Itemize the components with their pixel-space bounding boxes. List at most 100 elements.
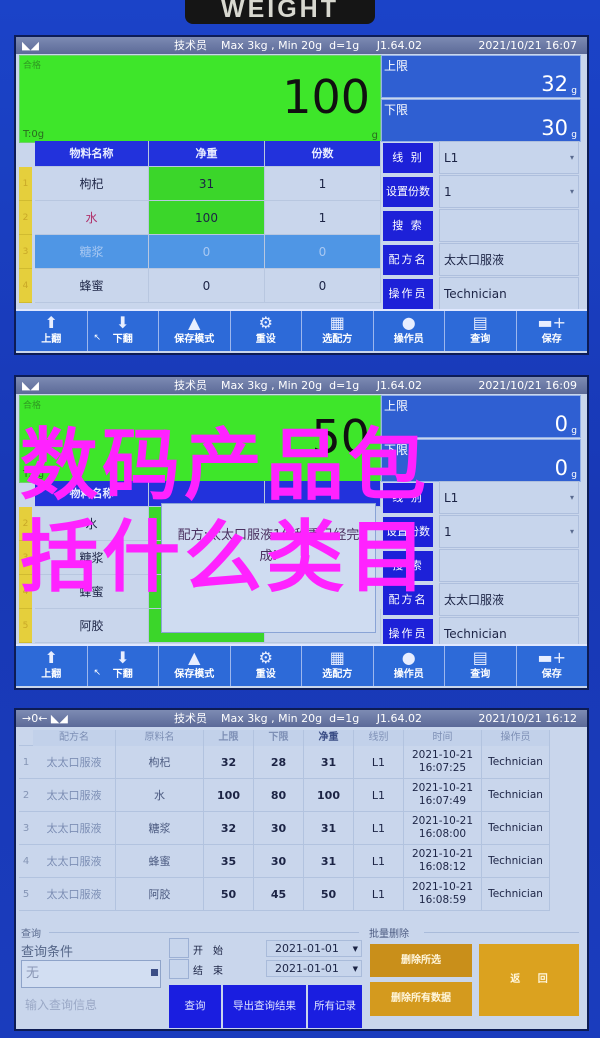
net-weight: 50	[304, 878, 354, 910]
back-button[interactable]: 返 回	[479, 944, 579, 1016]
start-label: 开始	[193, 946, 233, 957]
query-section: 查询 查询条件 无 输入查询信息 开始 结束 2021-01-01 ▼ 2021-…	[19, 922, 584, 1029]
net-weight: 100	[304, 779, 354, 811]
net-weight: 100	[149, 201, 265, 235]
timestamp: 2021-10-21 16:08:00	[404, 812, 482, 844]
material-name: 阿胶	[116, 878, 204, 910]
query-condition-select[interactable]: 无	[21, 960, 161, 988]
time: 16:08:59	[418, 894, 467, 906]
upper-limit: 100	[204, 779, 254, 811]
spec-label: Max 3kg , Min 20g d=1g J1.64.02	[221, 712, 422, 725]
page-down-button[interactable]: ↖ ⬇ 下翻	[88, 646, 159, 686]
datetime: 2021/10/21 16:07	[478, 39, 577, 52]
calendar-icon: ▦	[329, 648, 345, 667]
bottom-toolbar: ⬆ 上翻 ↖ ⬇ 下翻 ▲ 保存模式 ⚙ 重设 ▦ 选配方 ● 操作员 ▤ 查询 ▬+ 保存	[16, 644, 587, 686]
save-button[interactable]: ▬+ 保存	[517, 646, 588, 686]
header-operator[interactable]: 操作员	[482, 730, 550, 746]
line-select[interactable]: L1 ▾	[439, 141, 579, 174]
row-number: 4	[22, 856, 30, 867]
header-net[interactable]: 净重	[304, 730, 354, 746]
save-mode-button[interactable]: ▲ 保存模式	[159, 311, 231, 351]
timestamp: 2021-10-21 16:08:59	[404, 878, 482, 910]
search-label: 搜 索	[383, 211, 433, 241]
table-row[interactable]: 4 蜂蜜 0 0	[19, 269, 381, 303]
lower-limit: 45	[254, 878, 304, 910]
material-name: 枸杞	[116, 746, 204, 778]
table-row[interactable]: 1 枸杞 31 1	[19, 167, 381, 201]
operator-value[interactable]: Technician	[439, 277, 579, 310]
table-row-selected[interactable]: 3 糖浆 0 0	[19, 235, 381, 269]
save-button[interactable]: ▬+ 保存	[517, 311, 588, 351]
recipe-value[interactable]: 太太口服液	[439, 243, 579, 276]
gear-icon: ⚙	[258, 313, 273, 332]
date: 2021-10-21	[411, 881, 474, 893]
arrow-up-icon: ⬆	[44, 648, 58, 667]
operator-button[interactable]: ● 操作员	[374, 311, 445, 351]
save-label: 保存	[541, 334, 562, 345]
header-material[interactable]: 物料名称	[35, 141, 149, 167]
query-condition-value: 无	[26, 966, 40, 981]
query-input[interactable]: 输入查询信息	[25, 996, 97, 1013]
line: L1	[354, 878, 404, 910]
copies-select[interactable]: 1 ▾	[439, 175, 579, 208]
header-material[interactable]: 原料名	[116, 730, 204, 746]
reset-button[interactable]: ⚙ 重设	[231, 646, 302, 686]
table-row[interactable]: 2 太太口服液水 100 80 100 L1 2021-10-21 16:07:49 Techn…	[19, 779, 550, 812]
export-results-button[interactable]: 导出查询结果	[223, 985, 306, 1028]
header-lower[interactable]: 下限	[254, 730, 304, 746]
query-submit-button[interactable]: 查询	[169, 985, 221, 1028]
upper-limit-label: 上限	[384, 399, 409, 413]
recipe-name: 太太口服液	[33, 845, 116, 877]
lower-limit: 30	[254, 812, 304, 844]
bottom-toolbar: ⬆ 上翻 ↖ ⬇ 下翻 ▲ 保存模式 ⚙ 重设 ▦ 选配方 ● 操作员 ▤ 查询 ▬+ 保存	[16, 309, 587, 351]
delete-all-button[interactable]: 删除所有数据	[370, 982, 472, 1016]
time: 16:08:00	[418, 828, 467, 840]
page-up-button[interactable]: ⬆ 上翻	[16, 311, 88, 351]
table-row[interactable]: 4 太太口服液 蜂蜜 35 30 31 L1 2021-10-21 16:08:12 Techni…	[19, 845, 550, 878]
count: 1	[265, 167, 381, 201]
reset-button[interactable]: ⚙ 重设	[231, 311, 302, 351]
save-mode-button[interactable]: ▲ 保存模式	[159, 646, 231, 686]
header-count[interactable]: 份数	[265, 141, 381, 167]
weight-status: 合格	[23, 401, 42, 411]
search-input[interactable]	[439, 209, 579, 242]
delete-selected-button[interactable]: 删除所选	[370, 944, 472, 977]
batch-delete-legend: 批量删除	[369, 929, 409, 940]
weight-display: 合格 100 T:0g g	[19, 55, 381, 143]
end-date-checkbox[interactable]	[169, 959, 189, 979]
page-down-button[interactable]: ↖ ⬇ 下翻	[88, 311, 159, 351]
all-records-button[interactable]: 所有记录	[308, 985, 362, 1028]
table-row[interactable]: 2 水 100 1	[19, 201, 381, 235]
select-recipe-button[interactable]: ▦ 选配方	[302, 311, 374, 351]
start-date-checkbox[interactable]	[169, 938, 189, 958]
recipe-name: 太太口服液	[33, 746, 116, 778]
page-up-button[interactable]: ⬆ 上翻	[16, 646, 88, 686]
select-recipe-button[interactable]: ▦ 选配方	[302, 646, 374, 686]
query-button[interactable]: ▤ 查询	[445, 311, 517, 351]
chevron-down-icon: ▼	[352, 965, 358, 973]
line: L1	[354, 746, 404, 778]
lower-limit: 30	[254, 845, 304, 877]
header-net-weight[interactable]: 净重	[149, 141, 265, 167]
end-date-select[interactable]: 2021-01-01 ▼	[266, 960, 362, 977]
table-header: 配方名 原料名 上限 下限 净重 线别 时间 操作员	[19, 730, 550, 746]
query-button[interactable]: ▤ 查询	[445, 646, 517, 686]
lower-limit: 80	[254, 779, 304, 811]
upper-limit: 32	[204, 746, 254, 778]
start-date-select[interactable]: 2021-01-01 ▼	[266, 940, 362, 957]
end-date-value: 2021-01-01	[275, 962, 339, 975]
header-upper[interactable]: 上限	[204, 730, 254, 746]
table-row[interactable]: 3 太太口服液 糖浆 32 30 31 L1 2021-10-21 16:08:00 Techni…	[19, 812, 550, 845]
role-label: 技术员	[174, 379, 207, 392]
header-line[interactable]: 线别	[354, 730, 404, 746]
chevron-down-icon: ▾	[569, 153, 574, 162]
upper-limit-unit: g	[571, 86, 577, 96]
header-recipe[interactable]: 配方名	[33, 730, 116, 746]
operator-button[interactable]: ● 操作员	[374, 646, 445, 686]
date: 2021-10-21	[411, 782, 474, 794]
header-time[interactable]: 时间	[404, 730, 482, 746]
time: 16:07:49	[418, 795, 467, 807]
table-row[interactable]: 1 太太口服液 枸杞 32 28 31 L1 2021-10-21 16:07:25 Techni…	[19, 746, 550, 779]
table-row[interactable]: 5 太太口服液 阿胶 50 45 50 L1 2021-10-21 16:08:59 Techni…	[19, 878, 550, 911]
copies-label: 设置份数	[383, 177, 433, 207]
